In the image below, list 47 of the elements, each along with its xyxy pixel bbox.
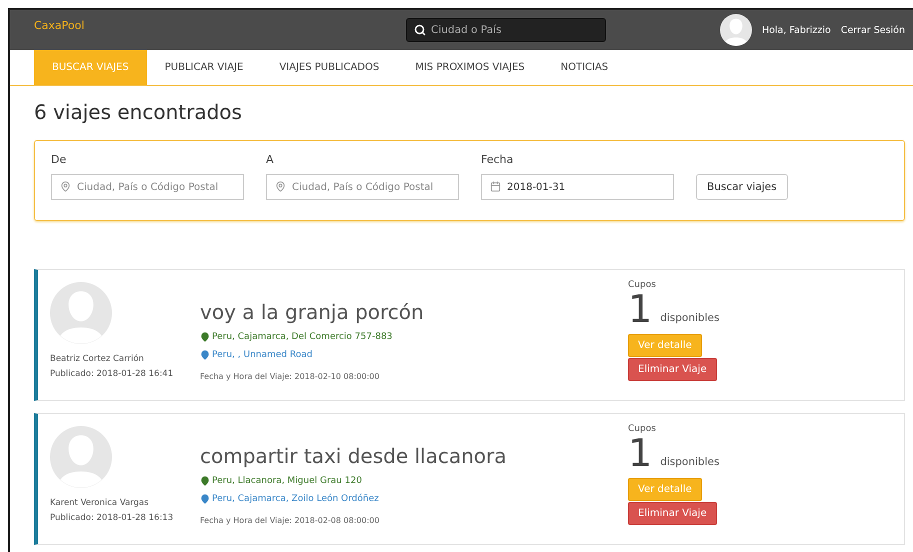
seats-suffix: disponibles [660,456,720,468]
pin-icon [200,350,210,360]
pin-icon [200,332,210,342]
results-heading: 6 viajes encontrados [34,100,243,124]
brand-logo[interactable]: CaxaPool [34,19,406,32]
search-field[interactable]: Ciudad o País [406,18,606,42]
nav-tab[interactable]: PUBLICAR VIAJE [146,50,262,85]
place-field[interactable]: Ciudad, País o Código Postal [51,174,244,200]
trip-datetime: Fecha y Hora del Viaje: 2018-02-10 08:00:00 [200,372,380,381]
published-date: Publicado: 2018-01-28 16:13 [50,512,174,525]
origin-text: Peru, Llacanora, Miguel Grau 120 [200,472,620,490]
avatar-icon [50,282,112,344]
seats-count: 1 [628,290,652,328]
field-label: A [266,153,275,166]
nav-tab[interactable]: NOTICIAS [542,50,626,85]
field-label: Fecha [481,153,514,166]
avatar-icon [720,14,752,46]
search-icon [414,24,426,36]
trip-datetime: Fecha y Hora del Viaje: 2018-02-08 08:00:00 [200,516,380,525]
greeting-text: Hola, Fabrizzio [762,24,831,36]
trip-title: compartir taxi desde llacanora [200,444,508,468]
calendar-icon [490,181,501,192]
delete-button[interactable]: Eliminar Viaje [628,502,717,525]
pin-icon [200,494,210,504]
seats-label: Cupos [628,280,656,290]
destination-link[interactable]: Peru, Cajamarca, Zoilo León Ordóñez [200,490,620,508]
pin-icon [200,476,210,486]
avatar-icon [50,426,112,488]
origin-text: Peru, Cajamarca, Del Comercio 757-883 [200,328,620,346]
seats-count: 1 [628,434,652,472]
logout-link[interactable]: Cerrar Sesión [840,24,905,36]
date-field[interactable]: 2018-01-31 [481,174,674,200]
pin-icon [60,181,71,192]
search-button[interactable]: Buscar viajes [696,174,788,200]
nav-tab[interactable]: MIS PROXIMOS VIAJES [397,50,543,85]
field-label: De [51,153,68,166]
pin-icon [275,181,286,192]
nav-tab[interactable]: VIAJES PUBLICADOS [261,50,398,85]
seats-suffix: disponibles [660,312,720,324]
driver-name: Karent Veronica Vargas [50,497,150,510]
place-field[interactable]: Ciudad, País o Código Postal [266,174,459,200]
seats-label: Cupos [628,424,656,434]
delete-button[interactable]: Eliminar Viaje [628,358,717,381]
trip-title: voy a la granja porcón [200,300,425,324]
destination-link[interactable]: Peru, , Unnamed Road [200,346,620,364]
published-date: Publicado: 2018-01-28 16:41 [50,368,174,381]
driver-name: Beatriz Cortez Carrión [50,353,145,366]
